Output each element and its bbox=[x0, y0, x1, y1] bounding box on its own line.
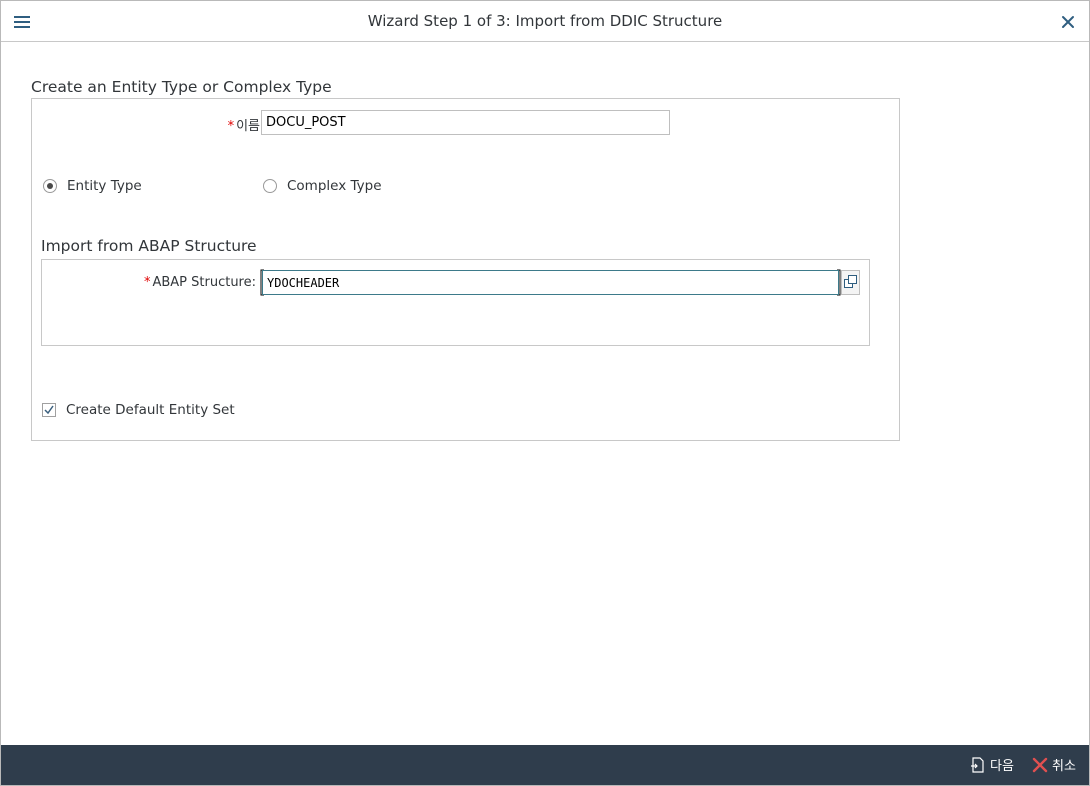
next-button-label: 다음 bbox=[990, 759, 1014, 774]
abap-structure-input-wrap bbox=[260, 269, 841, 296]
radio-entity-type[interactable]: Entity Type bbox=[43, 178, 142, 194]
title-bar: Wizard Step 1 of 3: Import from DDIC Str… bbox=[1, 1, 1089, 42]
create-default-entity-set[interactable]: Create Default Entity Set bbox=[42, 402, 235, 418]
radio-entity-type-indicator[interactable] bbox=[43, 179, 57, 193]
dialog-footer: 다음 취소 bbox=[1, 745, 1089, 785]
entity-section-panel: *이름 Entity Type Complex Type Import from… bbox=[31, 98, 900, 441]
dialog-title: Wizard Step 1 of 3: Import from DDIC Str… bbox=[367, 12, 723, 30]
cancel-button-label: 취소 bbox=[1052, 759, 1076, 774]
abap-structure-label: * ABAP Structure: bbox=[102, 275, 256, 290]
next-step-icon bbox=[971, 756, 984, 773]
checkmark-icon bbox=[44, 405, 54, 415]
name-field-label: * 이름 bbox=[182, 115, 260, 134]
radio-entity-type-label: Entity Type bbox=[67, 178, 142, 194]
radio-complex-type[interactable]: Complex Type bbox=[263, 178, 382, 194]
name-input[interactable] bbox=[261, 110, 670, 135]
wizard-dialog: Wizard Step 1 of 3: Import from DDIC Str… bbox=[0, 0, 1090, 786]
cancel-x-icon bbox=[1032, 757, 1048, 772]
abap-structure-input[interactable] bbox=[262, 270, 839, 295]
name-label-text: 이름 bbox=[236, 119, 260, 134]
required-mark: * bbox=[227, 119, 235, 134]
entity-section-title: Create an Entity Type or Complex Type bbox=[31, 78, 332, 96]
create-default-entity-set-label: Create Default Entity Set bbox=[66, 402, 235, 418]
create-default-entity-set-checkbox[interactable] bbox=[42, 403, 56, 417]
radio-complex-type-label: Complex Type bbox=[287, 178, 382, 194]
abap-structure-label-text: ABAP Structure: bbox=[152, 275, 256, 290]
required-mark: * bbox=[143, 275, 151, 290]
cancel-button[interactable]: 취소 bbox=[1032, 755, 1076, 774]
abap-section-panel: * ABAP Structure: bbox=[41, 259, 870, 346]
radio-complex-type-indicator[interactable] bbox=[263, 179, 277, 193]
next-button[interactable]: 다음 bbox=[970, 755, 1014, 774]
close-icon[interactable] bbox=[1059, 13, 1077, 31]
abap-section-title: Import from ABAP Structure bbox=[41, 237, 257, 255]
value-help-icon[interactable] bbox=[841, 270, 860, 295]
